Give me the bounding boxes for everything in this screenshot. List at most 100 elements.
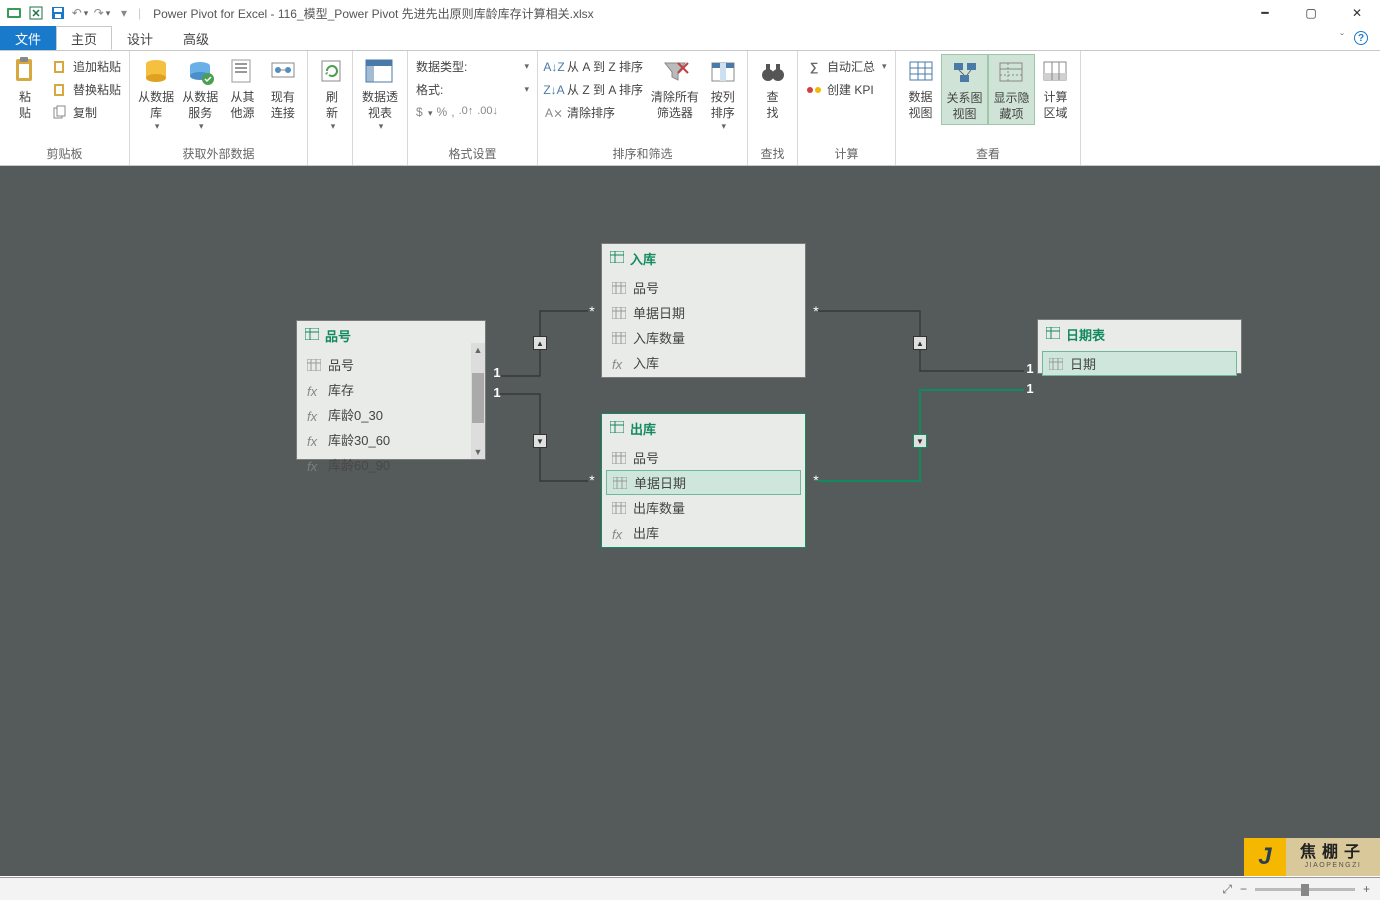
column-icon [612, 307, 626, 319]
paste-replace-button[interactable]: 替换粘贴 [48, 79, 125, 100]
excel-icon [28, 5, 44, 21]
sort-by-col-button[interactable]: 按列 排序⁠▾ [703, 54, 743, 135]
copy-icon [52, 105, 68, 121]
rel-one: 1 [1024, 382, 1036, 394]
increase-decimal-icon[interactable]: .0↑ [459, 105, 474, 119]
scroll-thumb[interactable] [472, 373, 484, 423]
pivot-table-button[interactable]: 数据透 视表⁠▾ [357, 54, 403, 135]
maximize-button[interactable]: ▢ [1288, 0, 1334, 26]
zoom-slider[interactable] [1255, 888, 1355, 891]
tab-design[interactable]: 设计 [112, 26, 168, 50]
field-kucun[interactable]: fx库存 [297, 377, 485, 402]
data-view-icon [905, 56, 937, 88]
window-title: Power Pivot for Excel - 116_模型_Power Piv… [153, 5, 594, 22]
paste-append-button[interactable]: 追加粘贴 [48, 56, 125, 77]
ribbon: 粘 贴 追加粘贴 替换粘贴 复制 剪贴板 从数据 库⁠▾ 从数据 服务⁠▾ 从其… [0, 50, 1380, 166]
format-dropdown[interactable]: 格式:▾ [412, 79, 533, 100]
tab-advanced[interactable]: 高级 [168, 26, 224, 50]
node-scrollbar[interactable]: ▲ ▼ [471, 343, 485, 459]
save-icon[interactable] [50, 5, 66, 21]
watermark-brand: J 焦棚子 JIAOPENGZI [1244, 838, 1380, 876]
database-icon [140, 56, 172, 88]
existing-conn-button[interactable]: 现有 连接 [263, 54, 303, 123]
table-node-riqi[interactable]: 日期表 日期 [1037, 319, 1242, 374]
field-riqi-date[interactable]: 日期 [1042, 351, 1237, 376]
table-icon [610, 421, 624, 436]
clear-filter-button[interactable]: 清除所有 筛选器 [647, 54, 703, 123]
paste-icon [9, 56, 41, 88]
close-button[interactable]: ✕ [1334, 0, 1380, 26]
field-ruku-qty[interactable]: 入库数量 [602, 325, 805, 350]
from-db-button[interactable]: 从数据 库⁠▾ [134, 54, 178, 135]
autosum-button[interactable]: ∑自动汇总⁠▾ [802, 56, 891, 77]
sort-za-button[interactable]: Z↓A从 Z 到 A 排序 [542, 79, 647, 100]
calc-area-icon [1039, 56, 1071, 88]
copy-button[interactable]: 复制 [48, 102, 125, 123]
field-kl6090[interactable]: fx库龄60_90 [297, 452, 485, 477]
field-chuku-pinhao[interactable]: 品号 [602, 445, 805, 470]
field-kl030[interactable]: fx库龄0_30 [297, 402, 485, 427]
field-chuku-m[interactable]: fx出库 [602, 520, 805, 545]
sort-za-icon: Z↓A [546, 82, 562, 98]
undo-icon[interactable]: ↶▾ [72, 5, 88, 21]
table-node-pinhao[interactable]: 品号 品号 fx库存 fx库龄0_30 fx库龄30_60 fx库龄60_90 … [296, 320, 486, 460]
field-ruku-pinhao[interactable]: 品号 [602, 275, 805, 300]
column-icon [612, 332, 626, 344]
find-button[interactable]: 查 找 [752, 54, 793, 123]
qat-customize-icon[interactable]: ▾ [116, 5, 132, 21]
field-chuku-date[interactable]: 单据日期 [606, 470, 801, 495]
field-ruku-date[interactable]: 单据日期 [602, 300, 805, 325]
comma-icon[interactable]: , [451, 105, 454, 119]
decrease-decimal-icon[interactable]: .00↓ [477, 105, 498, 119]
from-other-button[interactable]: 从其 他源 [222, 54, 262, 123]
fit-to-screen-icon[interactable]: ⤢ [1222, 882, 1232, 897]
kpi-icon [806, 82, 822, 98]
calc-area-button[interactable]: 计算 区域 [1035, 54, 1076, 123]
redo-icon[interactable]: ↷▾ [94, 5, 110, 21]
field-ruku-m[interactable]: fx入库 [602, 350, 805, 375]
table-node-chuku[interactable]: 出库 品号 单据日期 出库数量 fx出库 [601, 413, 806, 548]
table-icon [1046, 327, 1060, 342]
create-kpi-button[interactable]: 创建 KPI [802, 79, 891, 100]
rel-arrow-icon: ▼ [913, 434, 927, 448]
clear-sort-button[interactable]: A⨯清除排序 [542, 102, 647, 123]
ribbon-collapse-icon[interactable]: ˇ [1340, 31, 1344, 45]
sort-az-button[interactable]: A↓Z从 A 到 Z 排序 [542, 56, 647, 77]
show-hidden-button[interactable]: 显示隐 藏项 [988, 54, 1035, 125]
existing-conn-icon [267, 56, 299, 88]
tab-file[interactable]: 文件 [0, 26, 56, 50]
data-view-button[interactable]: 数据 视图 [900, 54, 941, 123]
from-service-button[interactable]: 从数据 服务⁠▾ [178, 54, 222, 135]
zoom-in-button[interactable]: + [1363, 882, 1370, 896]
clear-filter-icon [659, 56, 691, 88]
currency-icon[interactable]: $ ▾ [416, 105, 433, 119]
zoom-out-button[interactable]: − [1240, 882, 1247, 896]
binoculars-icon [757, 56, 789, 88]
tab-home[interactable]: 主页 [56, 26, 112, 50]
group-clipboard-label: 剪贴板 [4, 143, 125, 165]
minimize-button[interactable]: ━ [1242, 0, 1288, 26]
table-node-ruku[interactable]: 入库 品号 单据日期 入库数量 fx入库 [601, 243, 806, 378]
scroll-up-icon[interactable]: ▲ [471, 343, 485, 357]
sort-az-icon: A↓Z [546, 59, 562, 75]
group-sort-label: 排序和筛选 [542, 143, 743, 165]
field-kl3060[interactable]: fx库龄30_60 [297, 427, 485, 452]
refresh-button[interactable]: 刷 新⁠▾ [312, 54, 352, 135]
diagram-canvas[interactable]: 品号 品号 fx库存 fx库龄0_30 fx库龄30_60 fx库龄60_90 … [0, 166, 1380, 876]
percent-icon[interactable]: % [437, 105, 448, 119]
rel-arrow-icon: ▲ [913, 336, 927, 350]
measure-icon: fx [612, 357, 626, 369]
app-icon [6, 5, 22, 21]
rel-many: * [586, 474, 598, 486]
paste-button[interactable]: 粘 贴 [4, 54, 46, 123]
field-pinhao[interactable]: 品号 [297, 352, 485, 377]
group-find-label: 查找 [752, 143, 793, 165]
column-icon [613, 477, 627, 489]
scroll-down-icon[interactable]: ▼ [471, 445, 485, 459]
data-type-dropdown[interactable]: 数据类型:▾ [412, 56, 533, 77]
help-icon[interactable]: ? [1354, 31, 1368, 45]
column-icon [612, 452, 626, 464]
diagram-view-button[interactable]: 关系图 视图 [941, 54, 988, 125]
field-chuku-qty[interactable]: 出库数量 [602, 495, 805, 520]
rel-arrow-icon: ▼ [533, 434, 547, 448]
